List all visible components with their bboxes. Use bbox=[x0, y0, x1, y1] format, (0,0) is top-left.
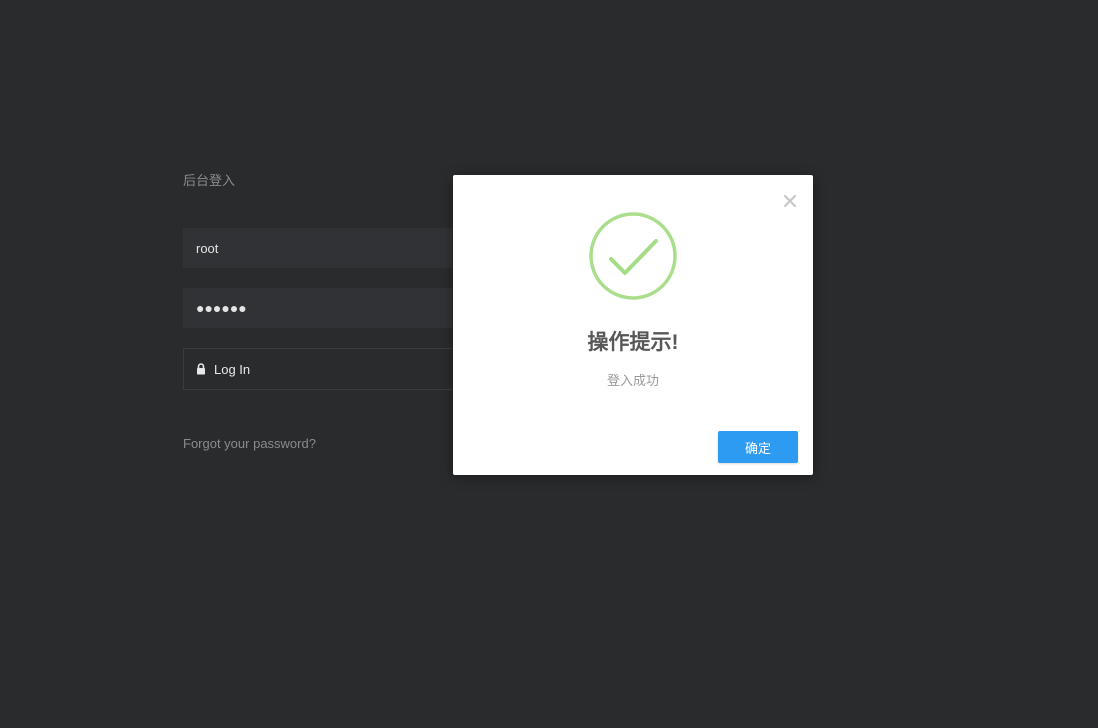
dialog-message: 登入成功 bbox=[606, 373, 659, 388]
password-value: ●●●●●● bbox=[196, 300, 247, 316]
success-check-icon bbox=[588, 211, 678, 301]
login-button[interactable]: Log In bbox=[183, 348, 473, 390]
forgot-password-link[interactable]: Forgot your password? bbox=[183, 436, 316, 451]
login-title: 后台登入 bbox=[183, 173, 236, 188]
login-page: 后台登入 root ●●●●●● Log In Forgot your pass… bbox=[0, 0, 1098, 728]
username-value: root bbox=[196, 240, 219, 256]
alert-dialog: 操作提示! 登入成功 确定 bbox=[453, 175, 813, 475]
login-button-label: Log In bbox=[214, 361, 251, 377]
dialog-title: 操作提示! bbox=[587, 331, 679, 354]
password-field[interactable]: ●●●●●● bbox=[183, 288, 473, 328]
close-icon[interactable] bbox=[783, 194, 797, 208]
confirm-button[interactable]: 确定 bbox=[718, 431, 798, 463]
lock-icon bbox=[196, 363, 206, 375]
username-field[interactable]: root bbox=[183, 228, 473, 268]
